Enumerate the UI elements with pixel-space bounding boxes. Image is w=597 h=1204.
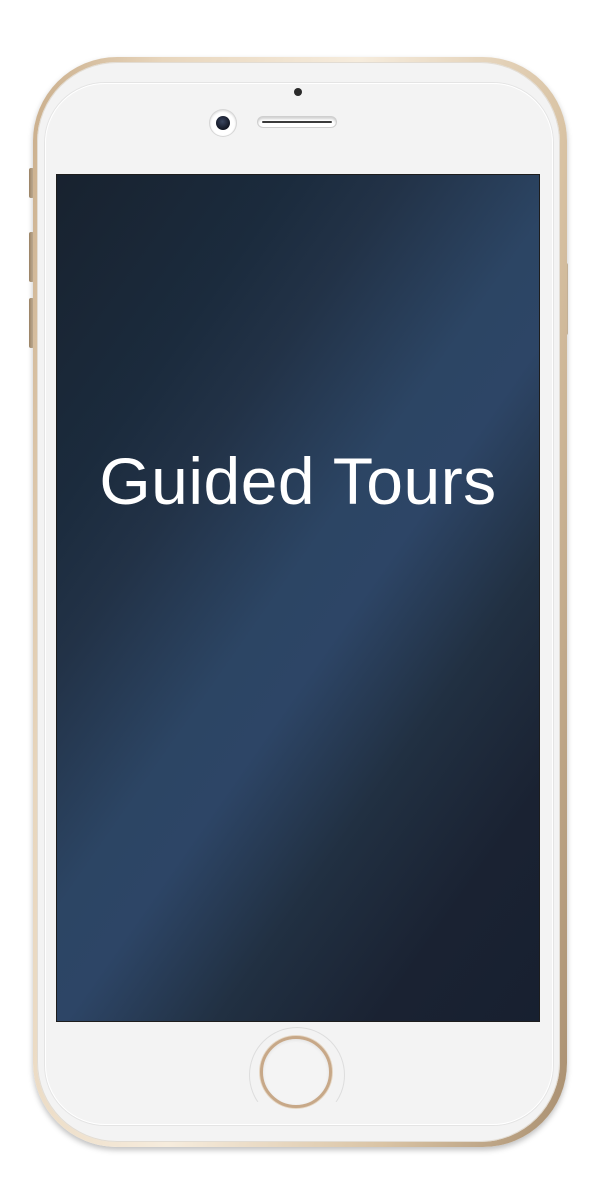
front-camera-icon bbox=[210, 110, 236, 136]
guided-tours-title: Guided Tours bbox=[99, 444, 497, 518]
home-button[interactable] bbox=[260, 1036, 332, 1108]
proximity-sensor bbox=[294, 88, 302, 96]
earpiece-speaker bbox=[258, 117, 336, 127]
phone-screen: Guided Tours bbox=[57, 175, 539, 1021]
